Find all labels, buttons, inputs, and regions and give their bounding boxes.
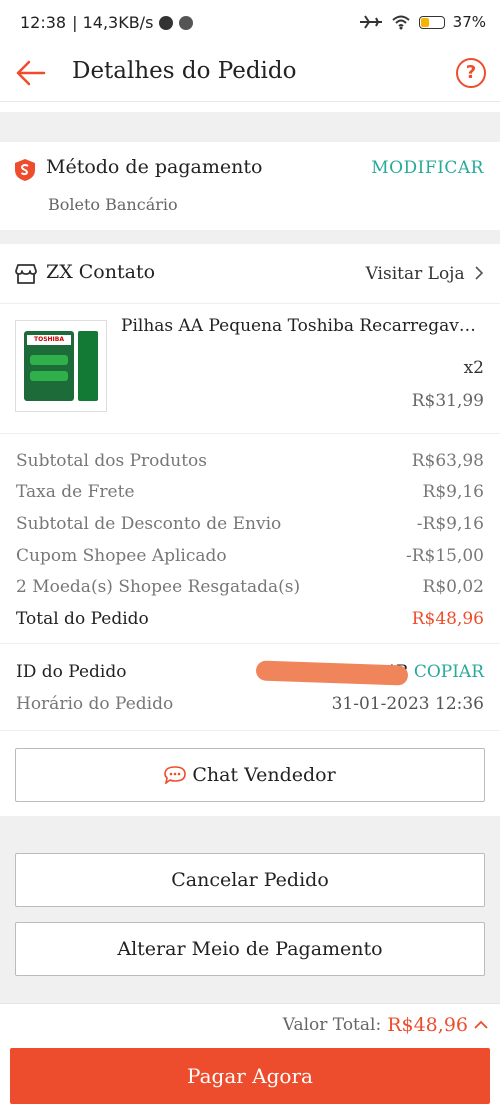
order-time-value: 31-01-2023 12:36 bbox=[331, 694, 484, 714]
bottom-bar: Valor Total: R$48,96 Pagar Agora bbox=[0, 1003, 500, 1111]
shop-name: ZX Contato bbox=[46, 261, 156, 283]
payment-method-card: Método de pagamento MODIFICAR Boleto Ban… bbox=[0, 142, 500, 230]
chat-seller-label: Chat Vendedor bbox=[192, 764, 336, 786]
chevron-right-icon bbox=[475, 266, 484, 280]
order-total-label: Total do Pedido bbox=[16, 609, 149, 629]
summary-row: Cupom Shopee Aplicado -R$15,00 bbox=[16, 546, 484, 566]
copy-order-id-button[interactable]: COPIAR bbox=[414, 662, 484, 682]
address-section-edge bbox=[0, 102, 500, 112]
wifi-icon bbox=[391, 15, 410, 30]
order-summary: Subtotal dos Produtos R$63,98 Taxa de Fr… bbox=[0, 434, 500, 644]
bottom-total-label: Valor Total: bbox=[282, 1015, 382, 1035]
store-icon bbox=[15, 264, 37, 284]
order-card: ZX Contato Visitar Loja TOSHIBA Pilhas A… bbox=[0, 244, 500, 730]
summary-row: Subtotal dos Produtos R$63,98 bbox=[16, 451, 484, 471]
product-price: R$31,99 bbox=[411, 391, 484, 411]
change-payment-button[interactable]: Alterar Meio de Pagamento bbox=[15, 922, 485, 976]
chat-seller-button[interactable]: Chat Vendedor bbox=[15, 748, 485, 802]
battery-pack-graphic: TOSHIBA bbox=[24, 331, 74, 401]
status-left: 12:38 | 14,3KB/s bbox=[20, 13, 194, 32]
chevron-up-icon bbox=[474, 1020, 488, 1029]
product-name: Pilhas AA Pequena Toshiba Recarregaveis … bbox=[121, 316, 483, 336]
payment-method-label: Método de pagamento bbox=[46, 156, 263, 178]
pay-now-button[interactable]: Pagar Agora bbox=[10, 1048, 490, 1104]
order-time-label: Horário do Pedido bbox=[16, 694, 174, 714]
summary-row: Taxa de Frete R$9,16 bbox=[16, 482, 484, 502]
redaction-mark bbox=[255, 660, 409, 686]
status-right: 37% bbox=[359, 13, 486, 31]
payment-method-value: Boleto Bancário bbox=[48, 195, 178, 214]
status-time: 12:38 bbox=[20, 13, 67, 32]
product-item[interactable]: TOSHIBA Pilhas AA Pequena Toshiba Recarr… bbox=[0, 304, 500, 434]
order-total-value: R$48,96 bbox=[411, 609, 484, 629]
page-title: Detalhes do Pedido bbox=[72, 58, 297, 84]
battery-icon bbox=[418, 15, 445, 29]
visit-shop-label: Visitar Loja bbox=[365, 264, 465, 284]
help-icon[interactable]: ? bbox=[456, 58, 486, 88]
bottom-total[interactable]: Valor Total: R$48,96 bbox=[283, 1014, 488, 1036]
app-bar: Detalhes do Pedido ? bbox=[0, 46, 500, 102]
battery-percent: 37% bbox=[452, 13, 486, 31]
summary-row: 2 Moeda(s) Shopee Resgatada(s) R$0,02 bbox=[16, 577, 484, 597]
airplane-icon bbox=[359, 15, 382, 29]
status-net-speed: | 14,3KB/s bbox=[72, 13, 154, 32]
alarm-icon bbox=[159, 15, 174, 30]
visit-shop-link[interactable]: Visitar Loja bbox=[366, 264, 484, 284]
order-time-row: Horário do Pedido 31-01-2023 12:36 bbox=[16, 694, 484, 720]
shield-icon bbox=[15, 159, 35, 181]
chat-card: Chat Vendedor bbox=[0, 730, 500, 816]
product-quantity: x2 bbox=[463, 358, 484, 378]
product-image: TOSHIBA bbox=[15, 320, 107, 412]
status-bar: 12:38 | 14,3KB/s 37% bbox=[0, 0, 500, 46]
order-id-label: ID do Pedido bbox=[16, 662, 127, 682]
modify-payment-button[interactable]: MODIFICAR bbox=[371, 158, 484, 178]
product-image-brand: TOSHIBA bbox=[27, 335, 71, 345]
shop-row[interactable]: ZX Contato Visitar Loja bbox=[0, 244, 500, 304]
back-arrow-icon[interactable] bbox=[14, 58, 48, 88]
cancel-order-button[interactable]: Cancelar Pedido bbox=[15, 853, 485, 907]
notification-dot-icon bbox=[179, 15, 194, 30]
order-id-row: ID do Pedido 4B COPIAR bbox=[16, 660, 484, 688]
summary-row: Subtotal de Desconto de Envio -R$9,16 bbox=[16, 514, 484, 534]
bottom-total-value: R$48,96 bbox=[387, 1014, 468, 1036]
chat-icon bbox=[164, 766, 187, 784]
order-info: ID do Pedido 4B COPIAR Horário do Pedido… bbox=[0, 644, 500, 730]
order-total-row: Total do Pedido R$48,96 bbox=[16, 609, 484, 635]
